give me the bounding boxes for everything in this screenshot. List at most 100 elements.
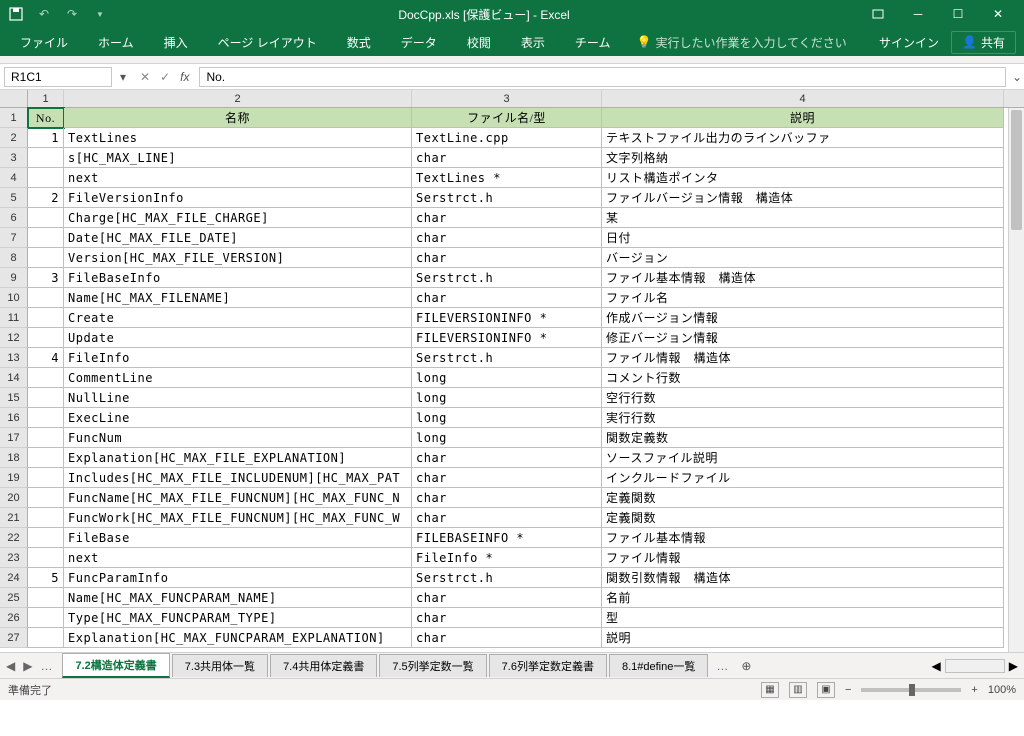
row-header[interactable]: 18 xyxy=(0,448,28,468)
cell-no[interactable] xyxy=(28,368,64,388)
col-header-2[interactable]: 2 xyxy=(64,90,412,107)
cell-no[interactable]: 4 xyxy=(28,348,64,368)
undo-icon[interactable]: ↶ xyxy=(36,6,52,22)
cell-file[interactable]: char xyxy=(412,148,602,168)
cell-name[interactable]: FileBase xyxy=(64,528,412,548)
row-header[interactable]: 5 xyxy=(0,188,28,208)
row-header[interactable]: 2 xyxy=(0,128,28,148)
cell-name[interactable]: Create xyxy=(64,308,412,328)
vertical-scrollbar[interactable] xyxy=(1008,108,1024,652)
cell-name[interactable]: FuncName[HC_MAX_FILE_FUNCNUM][HC_MAX_FUN… xyxy=(64,488,412,508)
row-header[interactable]: 6 xyxy=(0,208,28,228)
cell-file[interactable]: TextLine.cpp xyxy=(412,128,602,148)
save-icon[interactable] xyxy=(8,6,24,22)
tab-view[interactable]: 表示 xyxy=(509,30,557,55)
tab-home[interactable]: ホーム xyxy=(86,30,146,55)
row-header[interactable]: 15 xyxy=(0,388,28,408)
cell-header-no[interactable]: No. xyxy=(28,108,64,128)
cell-file[interactable]: char xyxy=(412,228,602,248)
cell-no[interactable] xyxy=(28,508,64,528)
sheet-tab[interactable]: 7.5列挙定数一覧 xyxy=(379,654,486,677)
cell-name[interactable]: Charge[HC_MAX_FILE_CHARGE] xyxy=(64,208,412,228)
fx-icon[interactable]: fx xyxy=(180,70,189,84)
row-header[interactable]: 3 xyxy=(0,148,28,168)
cell-no[interactable] xyxy=(28,548,64,568)
cell-name[interactable]: next xyxy=(64,168,412,188)
cell-no[interactable] xyxy=(28,208,64,228)
cell-file[interactable]: char xyxy=(412,248,602,268)
cell-no[interactable] xyxy=(28,288,64,308)
cell-file[interactable]: Serstrct.h xyxy=(412,568,602,588)
cell-no[interactable] xyxy=(28,328,64,348)
cell-name[interactable]: Version[HC_MAX_FILE_VERSION] xyxy=(64,248,412,268)
cell-desc[interactable]: 作成バージョン情報 xyxy=(602,308,1004,328)
select-all-corner[interactable] xyxy=(0,90,28,107)
cell-name[interactable]: Includes[HC_MAX_FILE_INCLUDENUM][HC_MAX_… xyxy=(64,468,412,488)
cell-file[interactable]: char xyxy=(412,608,602,628)
signin-link[interactable]: サインイン xyxy=(879,34,939,51)
add-sheet-button[interactable]: ⊕ xyxy=(736,659,756,673)
sheet-tab-active[interactable]: 7.2構造体定義書 xyxy=(62,653,169,678)
row-header[interactable]: 22 xyxy=(0,528,28,548)
row-header[interactable]: 16 xyxy=(0,408,28,428)
tab-data[interactable]: データ xyxy=(389,30,449,55)
cell-name[interactable]: Name[HC_MAX_FILENAME] xyxy=(64,288,412,308)
cell-desc[interactable]: コメント行数 xyxy=(602,368,1004,388)
cell-desc[interactable]: ソースファイル説明 xyxy=(602,448,1004,468)
cell-name[interactable]: Explanation[HC_MAX_FUNCPARAM_EXPLANATION… xyxy=(64,628,412,648)
zoom-out-button[interactable]: − xyxy=(845,684,851,696)
row-header[interactable]: 25 xyxy=(0,588,28,608)
cell-no[interactable] xyxy=(28,588,64,608)
row-header[interactable]: 23 xyxy=(0,548,28,568)
cell-file[interactable]: FILEVERSIONINFO * xyxy=(412,308,602,328)
cell-desc[interactable]: インクルードファイル xyxy=(602,468,1004,488)
cell-no[interactable]: 2 xyxy=(28,188,64,208)
cell-file[interactable]: Serstrct.h xyxy=(412,188,602,208)
cell-no[interactable] xyxy=(28,148,64,168)
cell-desc[interactable]: 関数引数情報 構造体 xyxy=(602,568,1004,588)
row-header[interactable]: 17 xyxy=(0,428,28,448)
cell-file[interactable]: Serstrct.h xyxy=(412,268,602,288)
hscroll-right-icon[interactable]: ▶ xyxy=(1009,659,1018,673)
cancel-icon[interactable]: ✕ xyxy=(140,70,150,84)
row-header[interactable]: 9 xyxy=(0,268,28,288)
ribbon-display-icon[interactable] xyxy=(860,3,896,25)
view-pagebreak-icon[interactable]: ▣ xyxy=(817,682,835,698)
cell-file[interactable]: char xyxy=(412,208,602,228)
enter-icon[interactable]: ✓ xyxy=(160,70,170,84)
scrollbar-thumb[interactable] xyxy=(1011,110,1022,230)
cell-file[interactable]: long xyxy=(412,428,602,448)
sheet-tab[interactable]: 8.1#define一覧 xyxy=(609,654,708,677)
cell-no[interactable] xyxy=(28,248,64,268)
row-header[interactable]: 7 xyxy=(0,228,28,248)
cell-header-desc[interactable]: 説明 xyxy=(602,108,1004,128)
col-header-1[interactable]: 1 xyxy=(28,90,64,107)
cell-name[interactable]: FileBaseInfo xyxy=(64,268,412,288)
sheet-tab[interactable]: 7.4共用体定義書 xyxy=(270,654,377,677)
minimize-button[interactable]: ─ xyxy=(900,3,936,25)
redo-icon[interactable]: ↷ xyxy=(64,6,80,22)
cell-desc[interactable]: リスト構造ポインタ xyxy=(602,168,1004,188)
cell-no[interactable] xyxy=(28,628,64,648)
cell-name[interactable]: Name[HC_MAX_FUNCPARAM_NAME] xyxy=(64,588,412,608)
cell-name[interactable]: CommentLine xyxy=(64,368,412,388)
cell-name[interactable]: FileInfo xyxy=(64,348,412,368)
cell-desc[interactable]: ファイル基本情報 構造体 xyxy=(602,268,1004,288)
formula-input[interactable]: No. xyxy=(199,67,1006,87)
cell-desc[interactable]: 定義関数 xyxy=(602,508,1004,528)
close-button[interactable]: ✕ xyxy=(980,3,1016,25)
cell-file[interactable]: long xyxy=(412,368,602,388)
cell-desc[interactable]: 某 xyxy=(602,208,1004,228)
cell-no[interactable]: 5 xyxy=(28,568,64,588)
cell-name[interactable]: FileVersionInfo xyxy=(64,188,412,208)
cell-desc[interactable]: ファイル情報 構造体 xyxy=(602,348,1004,368)
cell-file[interactable]: FileInfo * xyxy=(412,548,602,568)
row-header[interactable]: 27 xyxy=(0,628,28,648)
row-header[interactable]: 4 xyxy=(0,168,28,188)
cell-file[interactable]: long xyxy=(412,388,602,408)
tab-review[interactable]: 校閲 xyxy=(455,30,503,55)
cell-file[interactable]: char xyxy=(412,288,602,308)
tab-nav-more-icon[interactable]: … xyxy=(710,659,734,673)
cell-file[interactable]: char xyxy=(412,448,602,468)
cell-desc[interactable]: ファイル名 xyxy=(602,288,1004,308)
